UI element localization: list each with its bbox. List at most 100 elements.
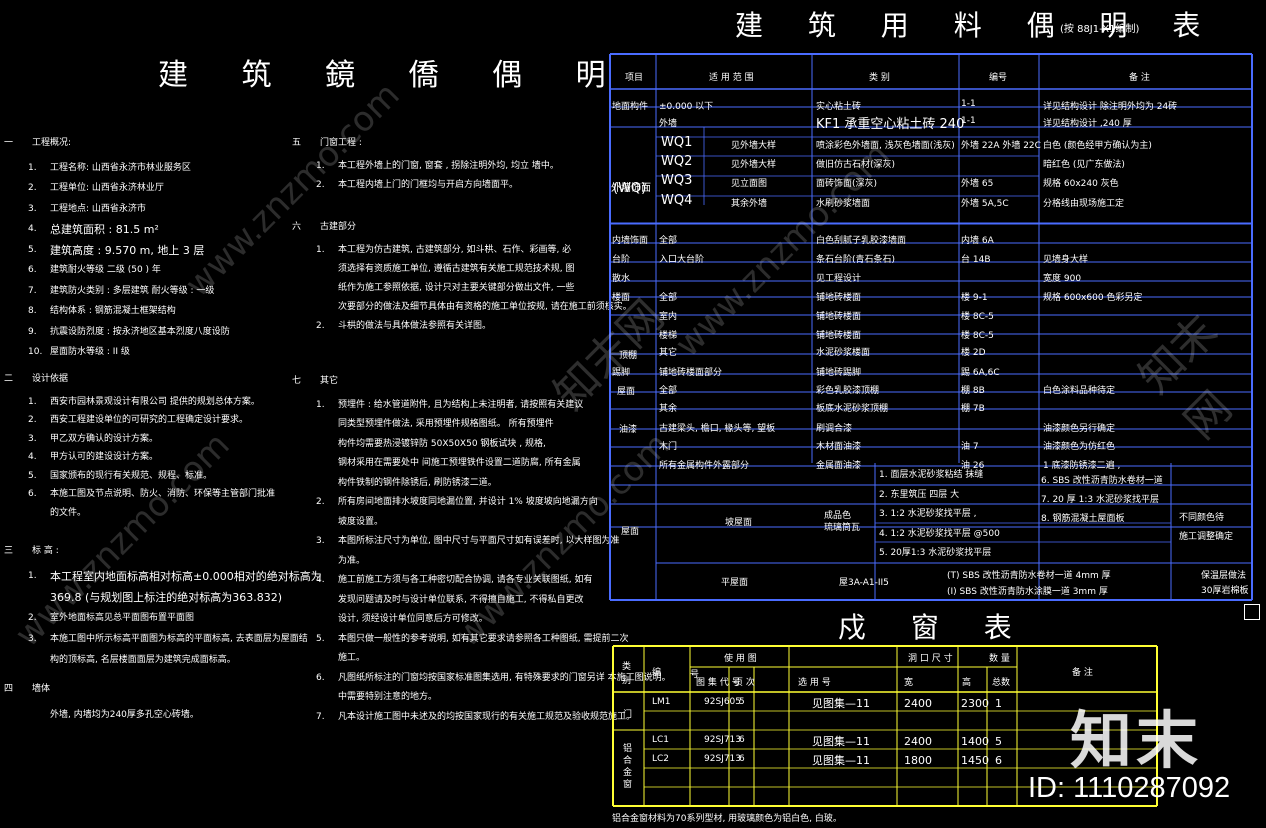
mat-cell-r3-c6: 见外墙大样 [731, 160, 777, 170]
roof-right-line-2: 8. 钢筋混凝土屋面板 [1041, 514, 1125, 524]
mat-cell-r17-c3: 油 7 [961, 442, 979, 452]
mat-cell-r15-c1: 其余 [659, 404, 678, 414]
section-ancient-item: 纸作为施工参照依据, 设计只对主要关键部分做出文件, 一些 [338, 283, 575, 293]
win-h-note: 备 注 [1072, 668, 1093, 678]
watermark-id: ID: 1110287092 [1028, 772, 1231, 804]
section-overview-item: 屋面防水等级 : II 级 [50, 347, 130, 357]
win-row-h: 1450 [961, 754, 989, 767]
roof-line-1: 2. 东里筑压 四层 大 [879, 489, 960, 500]
section-other-num: 七 [292, 376, 302, 386]
win-h-qty: 数 量 [989, 654, 1010, 664]
section-basis-item: 的文件。 [50, 507, 87, 518]
mat-header-4: 备 注 [1129, 73, 1150, 83]
section-ancient-item: 本工程为仿古建筑, 古建筑部分, 如斗栱、石作、彩画等, 必 [338, 245, 572, 255]
mat-cell-r14-c4: 白色涂料品种待定 [1043, 386, 1116, 396]
win-row-sel: 见图集—11 [812, 735, 870, 748]
mat-cell-r2-c5: WQ1 [661, 135, 693, 150]
section-basis-item-num: 5. [28, 470, 37, 481]
section-basis-item-num: 2. [28, 415, 37, 425]
mat-cell-r3-c5: WQ2 [661, 154, 693, 169]
win-row-code: LM1 [652, 697, 671, 707]
mat-cell-r13-c3: 踢 6A,6C [961, 368, 1000, 378]
mat-header-0: 项目 [625, 73, 644, 83]
section-overview-item-num: 3. [28, 203, 37, 214]
win-row-page: 5 [739, 697, 745, 707]
section-overview-item-num: 9. [28, 326, 37, 337]
win-row-w: 2400 [904, 697, 932, 710]
section-overview-item: 建筑高度 : 9.570 m, 地上 3 层 [50, 243, 205, 257]
mat-side-paint: 油漆 [619, 425, 638, 435]
mat-cell-r14-c2: 彩色乳胶漆顶棚 [816, 386, 880, 396]
mat-cell-r6-c0: 内墙饰面 [612, 236, 649, 246]
win-h2-5: 总数 [992, 678, 1011, 688]
section-overview-num: 一 [4, 138, 14, 148]
mat-cell-r6-c2: 白色刮腻子乳胶漆墙面 [816, 236, 907, 246]
section-elevation-item: 本施工图中所示标高平面图为标高的平面标高, 去表面层为屋面结 [50, 634, 308, 644]
roof-right-line-0: 6. SBS 改性沥青防水卷材一道 [1041, 476, 1163, 486]
mat-cell-r8-c2: 见工程设计 [816, 274, 862, 284]
section-other-item: 凡本设计施工图中未述及的均按国家现行的有关施工规范及验收规范施工。 [338, 711, 636, 722]
mat-cell-r7-c4: 见墙身大样 [1043, 255, 1089, 265]
section-basis-item: 西安工程建设单位的可研究的工程确定设计要求。 [50, 415, 249, 425]
mat-cell-r13-c1: 铺地砖楼面部分 [659, 368, 723, 378]
win-row-sel: 见图集—11 [812, 754, 870, 767]
section-other-item-num: 4. [316, 575, 325, 585]
mat-side-wq: (WQ) [613, 181, 647, 196]
section-ancient-head: 古建部分 [320, 222, 357, 232]
mat-cell-r15-c3: 棚 7B [961, 404, 985, 414]
mat-cell-r7-c2: 条石台阶(青石条石) [816, 255, 896, 265]
section-basis-num: 二 [4, 374, 14, 384]
roof-flat-label: 平屋面 [721, 578, 749, 588]
section-overview-item-num: 8. [28, 306, 37, 316]
section-overview-item-num: 10. [28, 347, 43, 357]
section-other-item-num: 6. [316, 672, 325, 683]
win-row-atlas: 92SJ605 [704, 697, 741, 707]
section-other-item-num: 5. [316, 633, 325, 644]
roof-flat-code: 屋3A-A1-II5 [839, 578, 889, 588]
section-elevation-num: 三 [4, 546, 14, 556]
mat-cell-r7-c3: 台 14B [961, 255, 991, 265]
win-row-atlas: 92SJ713 [704, 735, 741, 745]
win-h2-2: 选 用 号 [798, 678, 831, 688]
section-basis-item: 甲乙双方确认的设计方案。 [50, 433, 159, 444]
mat-cell-r5-c3: 外墙 5A,5C [961, 199, 1009, 209]
section-ancient-item: 须选择有资质施工单位, 遵循古建筑有关施工规范技术规, 图 [338, 264, 575, 274]
win-row-n: 1 [995, 697, 1002, 710]
section-other-item: 中需要特别注意的地方。 [338, 692, 438, 702]
mat-cell-r4-c6: 见立面图 [731, 179, 768, 189]
section-other-item: 同类型预埋件做法, 采用预埋件规格图纸。 所有预埋件 [338, 419, 554, 429]
mat-cell-r14-c1: 全部 [659, 386, 678, 396]
section-other-item: 构件铁制的钢件除锈后, 刷防锈漆二道。 [338, 477, 497, 488]
section-ancient-item-num: 1. [316, 245, 325, 255]
section-overview-item-num: 7. [28, 285, 37, 296]
section-basis-item: 西安市园林景观设计有限公司 提供的规划总体方案。 [50, 396, 260, 407]
section-ancient-item: 斗栱的做法与具体做法参照有关详图。 [338, 321, 492, 331]
window-table-title: 戍 窗 表 [838, 611, 1030, 644]
win-row-w: 2400 [904, 735, 932, 748]
roof-flat-note-2: 30厚岩棉板 [1201, 586, 1249, 596]
win-row-code: LC2 [652, 754, 670, 764]
mat-cell-r15-c2: 板底水泥砂浆顶棚 [816, 404, 889, 414]
mat-cell-r11-c3: 楼 8C-5 [961, 331, 994, 341]
window-table-footnote: 铝合金窗材料为70系列型材, 用玻璃颜色为铝白色, 白玻。 [612, 814, 842, 824]
corner-box [1244, 604, 1260, 620]
section-doors-item: 本工程内墙上门的门框均与开启方向墙面平。 [338, 180, 519, 190]
section-basis-item-num: 1. [28, 396, 37, 407]
mat-cell-r14-c3: 棚 8B [961, 386, 985, 396]
mat-cell-r2-c3: 外墙 22A 外墙 22C [961, 141, 1041, 151]
mat-cell-r7-c1: 入口大台阶 [659, 255, 705, 265]
section-walls-num: 四 [4, 684, 14, 694]
mat-cell-r0-c2: 实心粘土砖 [816, 102, 862, 112]
mat-side-ceiling: 屋面 [617, 387, 636, 397]
section-overview-item: 抗震设防烈度 : 按永济地区基本烈度八度设防 [50, 326, 230, 337]
section-other-item: 施工前施工方须与各工种密切配合协调, 请各专业关联图纸, 如有 [338, 575, 593, 585]
mat-cell-r6-c3: 内墙 6A [961, 236, 994, 246]
roof-flat-note-1: 保温层做法 [1201, 571, 1247, 581]
section-other-item-num: 3. [316, 536, 325, 546]
mat-cell-r1-c4: 详见结构设计 ,240 厚 [1043, 119, 1132, 129]
mat-cell-r1-c1: 外墙 [659, 119, 678, 129]
section-basis-item-num: 3. [28, 433, 37, 444]
win-h-size: 洞 口 尺 寸 [908, 654, 953, 664]
win-h2-1: 页 次 [734, 678, 755, 688]
roof-note-1: 不同颜色待 [1179, 513, 1225, 523]
